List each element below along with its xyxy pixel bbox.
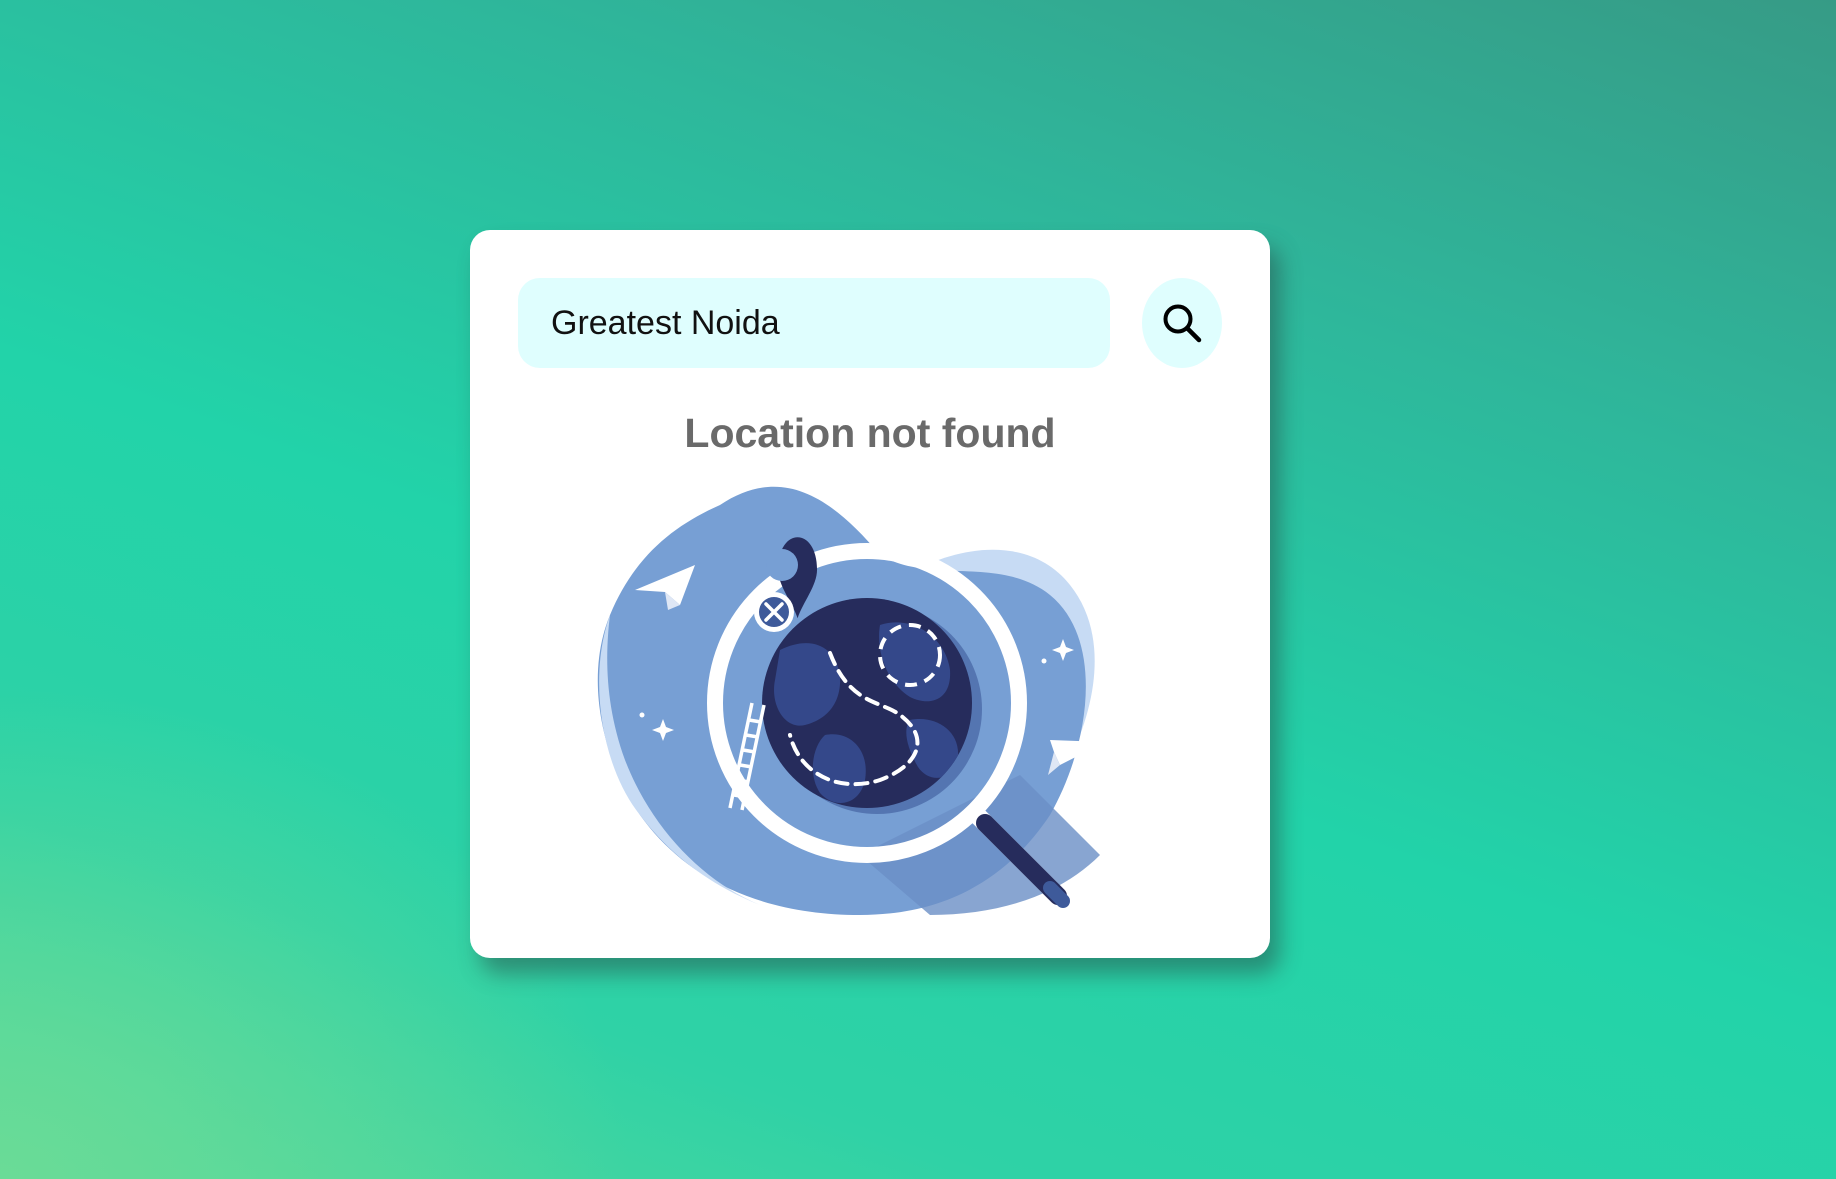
- search-input[interactable]: [518, 278, 1110, 368]
- location-not-found-illustration: [580, 475, 1160, 925]
- error-message: Location not found: [684, 410, 1056, 456]
- search-icon: [1160, 301, 1204, 345]
- weather-card: Location not found: [470, 230, 1270, 958]
- search-button[interactable]: [1142, 278, 1222, 368]
- search-bar: [518, 278, 1222, 368]
